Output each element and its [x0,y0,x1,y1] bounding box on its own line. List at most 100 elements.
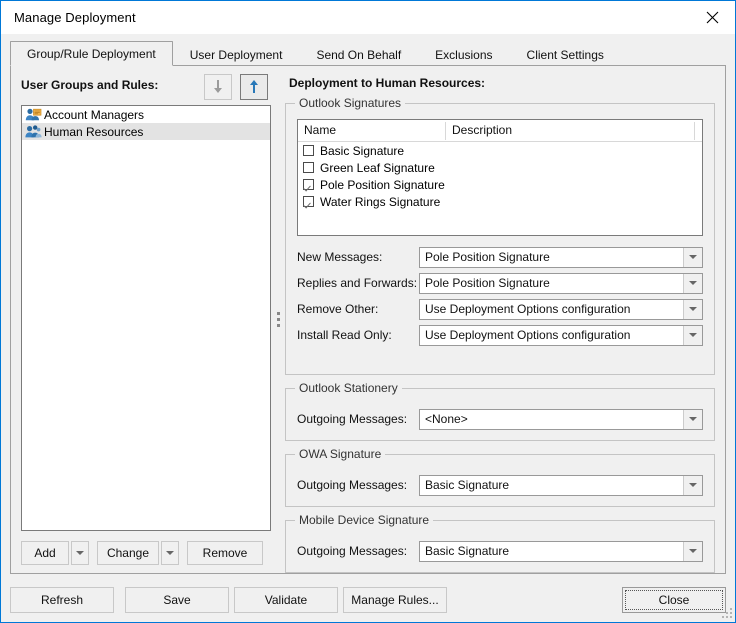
stationery-outgoing-combobox[interactable]: <None> [419,409,703,430]
install-read-only-value: Use Deployment Options configuration [420,328,683,342]
mobile-outgoing-row: Outgoing Messages: Basic Signature [297,538,703,564]
signatures-list-header: Name Description [298,120,702,142]
outlook-stationery-group: Outlook Stationery Outgoing Messages: <N… [285,388,715,441]
signature-checkbox[interactable] [303,162,314,173]
title-bar: Manage Deployment [1,1,735,34]
manage-rules-button[interactable]: Manage Rules... [343,587,447,613]
new-messages-row: New Messages: Pole Position Signature [297,244,703,270]
table-row[interactable]: Green Leaf Signature [298,159,702,176]
stationery-outgoing-label: Outgoing Messages: [297,412,419,426]
remove-other-label: Remove Other: [297,302,419,316]
signature-checkbox[interactable] [303,145,314,156]
save-button[interactable]: Save [125,587,229,613]
add-dropdown-button[interactable] [71,541,89,565]
outlook-stationery-legend: Outlook Stationery [295,381,402,395]
outlook-signatures-legend: Outlook Signatures [295,96,405,110]
chevron-down-icon [689,549,697,553]
list-item[interactable]: Human Resources [22,123,270,140]
user-groups-list[interactable]: Account Managers Human Resources [21,105,271,531]
outlook-signatures-group: Outlook Signatures Name Description Basi… [285,103,715,375]
move-up-button[interactable] [240,74,268,100]
chevron-down-icon [689,307,697,311]
owa-outgoing-dropdown-button[interactable] [683,476,702,495]
new-messages-dropdown-button[interactable] [683,248,702,267]
change-button[interactable]: Change [97,541,159,565]
list-item[interactable]: Account Managers [22,106,270,123]
replies-forwards-dropdown-button[interactable] [683,274,702,293]
tab-group-rule-deployment[interactable]: Group/Rule Deployment [10,41,173,66]
remove-other-row: Remove Other: Use Deployment Options con… [297,296,703,322]
tab-user-deployment[interactable]: User Deployment [173,43,300,66]
install-read-only-combobox[interactable]: Use Deployment Options configuration [419,325,703,346]
remove-other-combobox[interactable]: Use Deployment Options configuration [419,299,703,320]
tab-panel: User Groups and Rules: [10,65,726,574]
refresh-button[interactable]: Refresh [10,587,114,613]
stationery-outgoing-row: Outgoing Messages: <None> [297,406,703,432]
pane-splitter[interactable] [273,74,283,565]
column-divider[interactable] [694,122,695,140]
owa-signature-group: OWA Signature Outgoing Messages: Basic S… [285,454,715,507]
install-read-only-label: Install Read Only: [297,328,419,342]
column-header-description[interactable]: Description [452,120,512,141]
new-messages-label: New Messages: [297,250,419,264]
splitter-grip-icon [277,312,280,327]
signature-checkbox[interactable] [303,196,314,207]
chevron-down-icon [689,333,697,337]
replies-forwards-combobox[interactable]: Pole Position Signature [419,273,703,294]
chevron-down-icon [166,551,174,555]
signatures-list[interactable]: Name Description Basic Signature Green L… [297,119,703,236]
tab-send-on-behalf[interactable]: Send On Behalf [299,43,418,66]
mobile-device-signature-group: Mobile Device Signature Outgoing Message… [285,520,715,573]
owa-outgoing-combobox[interactable]: Basic Signature [419,475,703,496]
remove-other-value: Use Deployment Options configuration [420,302,683,316]
mobile-outgoing-value: Basic Signature [420,544,683,558]
tab-client-settings[interactable]: Client Settings [510,43,621,66]
tab-strip: Group/Rule Deployment User Deployment Se… [10,42,726,66]
list-item-label: Human Resources [44,125,143,139]
user-groups-pane: User Groups and Rules: [21,74,271,565]
add-button[interactable]: Add [21,541,69,565]
signature-name: Green Leaf Signature [320,161,435,175]
owa-outgoing-value: Basic Signature [420,478,683,492]
arrow-down-icon [211,79,225,95]
chevron-down-icon [689,255,697,259]
add-split-button: Add [21,541,89,565]
deployment-heading: Deployment to Human Resources: [289,76,715,90]
chevron-down-icon [689,483,697,487]
table-row[interactable]: Basic Signature [298,142,702,159]
remove-button[interactable]: Remove [187,541,263,565]
close-window-button[interactable] [690,2,735,34]
close-button[interactable]: Close [622,587,726,613]
new-messages-combobox[interactable]: Pole Position Signature [419,247,703,268]
group-icon [25,124,42,139]
mobile-outgoing-dropdown-button[interactable] [683,542,702,561]
validate-button[interactable]: Validate [234,587,338,613]
chevron-down-icon [689,281,697,285]
mobile-device-signature-legend: Mobile Device Signature [295,513,433,527]
table-row[interactable]: Pole Position Signature [298,176,702,193]
tab-exclusions[interactable]: Exclusions [418,43,509,66]
change-dropdown-button[interactable] [161,541,179,565]
signature-name: Water Rings Signature [320,195,440,209]
resize-grip-icon[interactable] [721,608,733,620]
owa-outgoing-label: Outgoing Messages: [297,478,419,492]
signature-name: Pole Position Signature [320,178,445,192]
signature-checkbox[interactable] [303,179,314,190]
list-action-buttons: Add Change Remove [21,541,271,565]
arrow-up-icon [247,79,261,95]
column-header-name[interactable]: Name [304,120,336,141]
window-title: Manage Deployment [14,10,136,25]
mobile-outgoing-combobox[interactable]: Basic Signature [419,541,703,562]
deployment-pane: Deployment to Human Resources: Outlook S… [285,74,715,565]
stationery-outgoing-dropdown-button[interactable] [683,410,702,429]
remove-other-dropdown-button[interactable] [683,300,702,319]
close-icon [706,11,719,24]
mobile-outgoing-label: Outgoing Messages: [297,544,419,558]
chevron-down-icon [76,551,84,555]
move-down-button[interactable] [204,74,232,100]
signature-name: Basic Signature [320,144,404,158]
install-read-only-dropdown-button[interactable] [683,326,702,345]
table-row[interactable]: Water Rings Signature [298,193,702,210]
column-divider[interactable] [445,122,446,140]
dialog-footer: Refresh Save Validate Manage Rules... Cl… [10,587,726,613]
